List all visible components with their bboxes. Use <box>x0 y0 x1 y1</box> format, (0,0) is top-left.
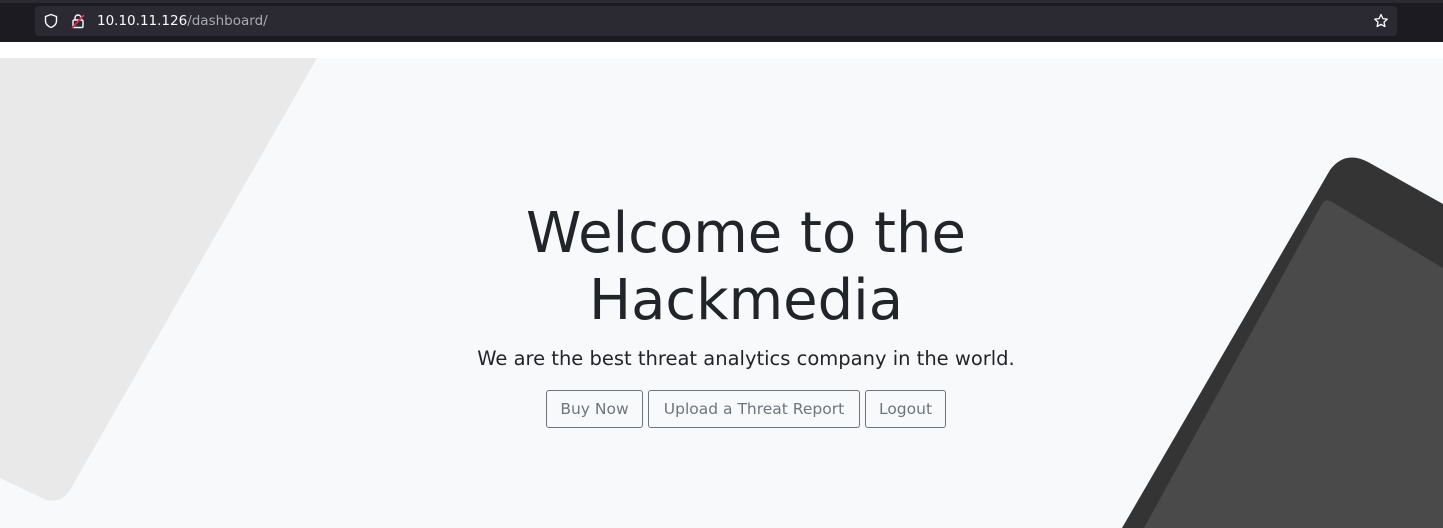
page-top-strip <box>0 42 1443 58</box>
url-path: /dashboard/ <box>187 13 268 29</box>
shield-icon[interactable] <box>43 13 59 29</box>
title-line-1: Welcome to the <box>526 201 966 266</box>
insecure-lock-icon[interactable] <box>70 13 86 29</box>
title-line-2: Hackmedia <box>588 268 904 333</box>
bookmark-star-icon[interactable] <box>1373 13 1389 29</box>
hero-section: Welcome to the Hackmedia We are the best… <box>0 58 1443 528</box>
tagline: We are the best threat analytics company… <box>477 347 1015 370</box>
browser-toolbar: 10.10.11.126/dashboard/ <box>0 0 1443 42</box>
action-buttons: Buy Now Upload a Threat Report Logout <box>546 390 946 428</box>
dashboard-page: Welcome to the Hackmedia We are the best… <box>0 58 1443 528</box>
logout-button[interactable]: Logout <box>865 390 946 428</box>
url-text[interactable]: 10.10.11.126/dashboard/ <box>97 12 268 30</box>
address-bar[interactable]: 10.10.11.126/dashboard/ <box>35 6 1397 36</box>
buy-now-button[interactable]: Buy Now <box>546 390 643 428</box>
tab-strip-edge <box>0 0 1443 3</box>
upload-threat-report-button[interactable]: Upload a Threat Report <box>648 390 860 428</box>
url-host: 10.10.11.126 <box>97 13 188 29</box>
page-title: Welcome to the Hackmedia <box>421 200 1071 334</box>
